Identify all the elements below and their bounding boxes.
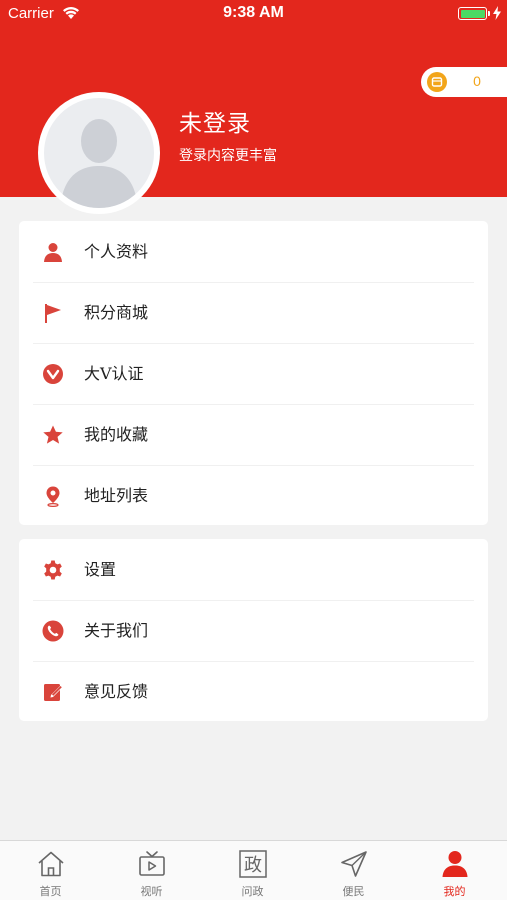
tab-home[interactable]: 首页 bbox=[0, 841, 101, 900]
tab-media[interactable]: 视听 bbox=[101, 841, 202, 900]
tab-label: 问政 bbox=[241, 885, 264, 898]
zheng-icon: 政 bbox=[238, 849, 268, 879]
tab-label: 首页 bbox=[39, 885, 62, 898]
tab-services[interactable]: 便民 bbox=[303, 841, 404, 900]
menu-item-feedback[interactable]: 意见反馈 bbox=[19, 661, 488, 722]
flag-icon bbox=[42, 302, 64, 324]
edit-icon bbox=[42, 681, 64, 703]
tab-label: 便民 bbox=[342, 885, 365, 898]
tab-label: 我的 bbox=[443, 885, 466, 898]
menu-card-secondary: 设置 关于我们 意见反馈 bbox=[19, 539, 488, 721]
charging-bolt-icon bbox=[493, 5, 501, 24]
menu-item-addresses[interactable]: 地址列表 bbox=[19, 465, 488, 526]
status-bar: Carrier 9:38 AM bbox=[0, 0, 507, 28]
user-icon bbox=[440, 849, 470, 879]
tab-mine[interactable]: 我的 bbox=[404, 841, 505, 900]
tab-label: 视听 bbox=[140, 885, 163, 898]
home-icon bbox=[36, 849, 66, 879]
points-button[interactable]: 0 bbox=[421, 67, 507, 97]
menu-item-label: 关于我们 bbox=[84, 621, 149, 640]
tab-bar: 首页 视听 政 问政 便民 我的 bbox=[0, 840, 507, 900]
location-pin-icon bbox=[42, 485, 64, 508]
menu-item-favorites[interactable]: 我的收藏 bbox=[19, 404, 488, 465]
menu-item-label: 我的收藏 bbox=[84, 425, 149, 444]
paper-plane-icon bbox=[339, 849, 369, 879]
menu-item-points-mall[interactable]: 积分商城 bbox=[19, 282, 488, 343]
menu-item-label: 个人资料 bbox=[84, 242, 149, 261]
points-value: 0 bbox=[473, 73, 481, 89]
gear-icon bbox=[42, 559, 64, 581]
menu-item-about[interactable]: 关于我们 bbox=[19, 600, 488, 661]
person-icon bbox=[42, 241, 64, 263]
avatar[interactable] bbox=[38, 92, 160, 214]
star-icon bbox=[42, 424, 64, 446]
avatar-placeholder-icon bbox=[44, 98, 154, 208]
menu-item-profile[interactable]: 个人资料 bbox=[19, 221, 488, 282]
menu-item-label: 设置 bbox=[84, 560, 117, 579]
clock: 9:38 AM bbox=[223, 4, 284, 21]
menu-item-verification[interactable]: 大V认证 bbox=[19, 343, 488, 404]
menu-item-settings[interactable]: 设置 bbox=[19, 539, 488, 600]
coin-icon bbox=[427, 72, 447, 92]
tv-icon bbox=[137, 849, 167, 879]
menu-item-label: 积分商城 bbox=[84, 303, 149, 322]
menu-item-label: 意见反馈 bbox=[84, 682, 149, 701]
phone-icon bbox=[42, 620, 64, 642]
login-subtitle[interactable]: 登录内容更丰富 bbox=[179, 145, 277, 165]
login-title[interactable]: 未登录 bbox=[179, 104, 251, 138]
menu-item-label: 大V认证 bbox=[84, 364, 144, 383]
tab-politics[interactable]: 政 问政 bbox=[202, 841, 303, 900]
svg-text:政: 政 bbox=[244, 855, 262, 876]
menu-card-primary: 个人资料 积分商城 大V认证 我的收藏 地址列表 bbox=[19, 221, 488, 525]
v-badge-icon bbox=[42, 363, 64, 385]
battery-icon bbox=[458, 7, 490, 20]
menu-item-label: 地址列表 bbox=[84, 486, 149, 505]
